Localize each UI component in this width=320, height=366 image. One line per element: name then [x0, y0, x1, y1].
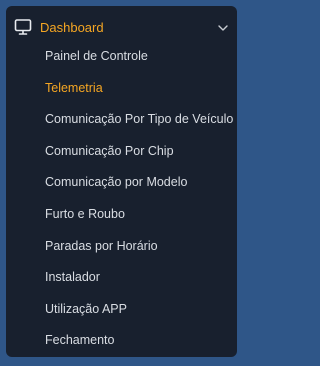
dashboard-submenu: Painel de Controle Telemetria Comunicaçã… — [6, 44, 237, 360]
monitor-icon — [14, 19, 32, 35]
menu-item-paradas-por-horario[interactable]: Paradas por Horário — [6, 234, 237, 266]
dashboard-section-header[interactable]: Dashboard — [6, 6, 237, 38]
menu-item-furto-e-roubo[interactable]: Furto e Roubo — [6, 202, 237, 234]
chevron-down-icon[interactable] — [217, 22, 229, 34]
menu-item-utilizacao-app[interactable]: Utilização APP — [6, 297, 237, 329]
menu-item-fechamento[interactable]: Fechamento — [6, 328, 237, 360]
sidebar-panel: Dashboard Painel de Controle Telemetria … — [6, 6, 237, 357]
menu-item-instalador[interactable]: Instalador — [6, 265, 237, 297]
menu-item-comunicacao-por-chip[interactable]: Comunicação Por Chip — [6, 139, 237, 171]
menu-item-painel-de-controle[interactable]: Painel de Controle — [6, 44, 237, 76]
menu-item-comunicacao-por-tipo-de-veiculo[interactable]: Comunicação Por Tipo de Veículo — [6, 107, 237, 139]
menu-item-comunicacao-por-modelo[interactable]: Comunicação por Modelo — [6, 170, 237, 202]
section-title: Dashboard — [40, 20, 104, 35]
menu-item-telemetria[interactable]: Telemetria — [6, 76, 237, 108]
